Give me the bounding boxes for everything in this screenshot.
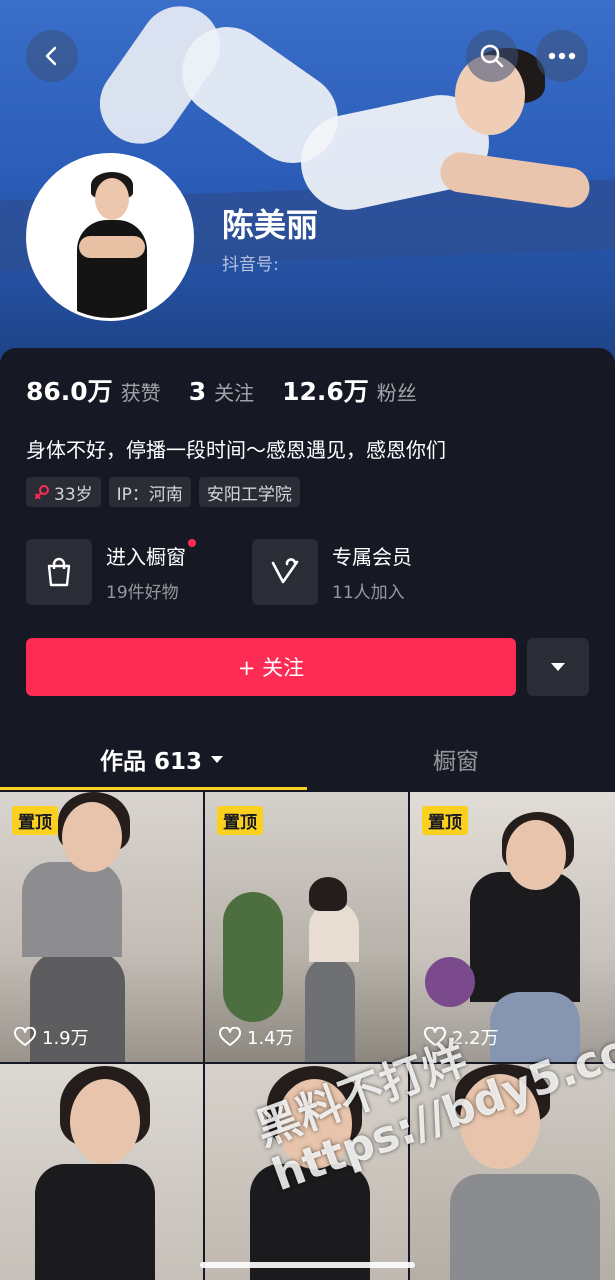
video-thumbnail[interactable]: 置顶 1.4万 (205, 792, 408, 1062)
age-tag: 33岁 (26, 477, 101, 507)
more-dots-icon (548, 52, 576, 60)
more-button[interactable] (536, 30, 588, 82)
pinned-badge: 置顶 (422, 806, 468, 835)
school-tag[interactable]: 安阳工学院 (198, 477, 300, 507)
shop-window-entry[interactable]: 进入橱窗 19件好物 (26, 539, 196, 605)
tag-row: 33岁 IP：河南 安阳工学院 (26, 477, 300, 507)
video-thumbnail[interactable] (0, 1064, 203, 1280)
membership-title: 专属会员 (332, 545, 412, 569)
membership-sub: 11人加入 (332, 583, 405, 603)
content-tabs: 作品 613 橱窗 (0, 730, 615, 790)
shopping-bag-icon (47, 557, 71, 587)
active-tab-indicator (0, 787, 307, 790)
search-button[interactable] (466, 30, 518, 82)
likes-count[interactable]: 86.0万 (26, 372, 113, 408)
age-text: 33岁 (54, 484, 93, 505)
vip-icon-box (252, 539, 318, 605)
home-indicator[interactable] (200, 1262, 415, 1268)
v-heart-icon (271, 558, 299, 584)
triangle-down-icon (211, 755, 224, 763)
tab-works-label: 作品 613 (100, 749, 203, 775)
video-thumbnail[interactable]: 置顶 1.9万 (0, 792, 203, 1062)
membership-entry[interactable]: 专属会员 11人加入 (252, 539, 412, 605)
tab-shop-window[interactable]: 橱窗 (433, 742, 479, 776)
heart-icon (219, 1027, 241, 1046)
video-likes: 1.4万 (219, 1024, 294, 1050)
shop-window-title: 进入橱窗 (106, 539, 196, 570)
avatar[interactable] (26, 153, 194, 321)
likes-label: 获赞 (120, 381, 161, 405)
ip-tag: IP：河南 (108, 477, 191, 507)
shop-window-sub: 19件好物 (106, 583, 179, 603)
triangle-down-icon (551, 663, 565, 671)
heart-icon (14, 1027, 36, 1046)
following-count[interactable]: 3 (189, 377, 206, 406)
back-button[interactable] (26, 30, 78, 82)
recommend-dropdown-button[interactable] (527, 638, 589, 696)
female-icon (35, 485, 49, 499)
stats-row: 86.0万 获赞 3 关注 12.6万 粉丝 (26, 372, 445, 408)
chevron-left-icon (45, 46, 57, 66)
tab-works[interactable]: 作品 613 (100, 742, 224, 776)
douyin-id[interactable]: 抖音号: (222, 250, 279, 275)
pinned-badge: 置顶 (12, 806, 58, 835)
follow-button[interactable]: + 关注 (26, 638, 516, 696)
profile-name: 陈美丽 (222, 206, 319, 244)
shop-icon-box (26, 539, 92, 605)
search-icon (480, 44, 504, 68)
followers-count[interactable]: 12.6万 (282, 372, 369, 408)
followers-label: 粉丝 (376, 381, 417, 405)
notification-dot (188, 539, 196, 547)
video-likes: 1.9万 (14, 1024, 89, 1050)
bio: 身体不好，停播一段时间～感恩遇见，感恩你们 (26, 438, 446, 462)
pinned-badge: 置顶 (217, 806, 263, 835)
following-label: 关注 (214, 381, 255, 405)
